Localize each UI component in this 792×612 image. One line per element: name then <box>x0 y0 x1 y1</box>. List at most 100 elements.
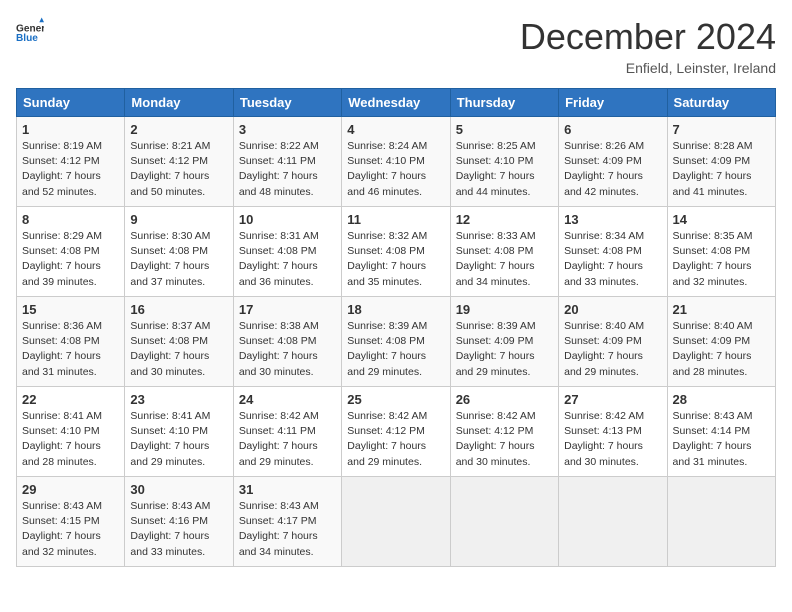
day-number: 1 <box>22 122 119 137</box>
calendar-cell: 15 Sunrise: 8:36 AMSunset: 4:08 PMDayligh… <box>17 297 125 387</box>
day-info: Sunrise: 8:43 AMSunset: 4:16 PMDaylight:… <box>130 499 227 560</box>
day-number: 26 <box>456 392 553 407</box>
calendar-cell: 9 Sunrise: 8:30 AMSunset: 4:08 PMDaylight… <box>125 207 233 297</box>
calendar-cell: 5 Sunrise: 8:25 AMSunset: 4:10 PMDaylight… <box>450 117 558 207</box>
calendar-cell: 8Sunrise: 8:29 AMSunset: 4:08 PMDaylight… <box>17 207 125 297</box>
calendar-cell: 31Sunrise: 8:43 AMSunset: 4:17 PMDayligh… <box>233 477 341 567</box>
calendar-table: SundayMondayTuesdayWednesdayThursdayFrid… <box>16 88 776 567</box>
day-number: 24 <box>239 392 336 407</box>
day-info: Sunrise: 8:42 AMSunset: 4:11 PMDaylight:… <box>239 409 336 470</box>
day-info: Sunrise: 8:25 AMSunset: 4:10 PMDaylight:… <box>456 139 553 200</box>
day-number: 13 <box>564 212 661 227</box>
calendar-cell: 1 Sunrise: 8:19 AMSunset: 4:12 PMDaylight… <box>17 117 125 207</box>
day-number: 12 <box>456 212 553 227</box>
logo-icon: General Blue <box>16 16 44 44</box>
calendar-cell: 2 Sunrise: 8:21 AMSunset: 4:12 PMDaylight… <box>125 117 233 207</box>
day-number: 5 <box>456 122 553 137</box>
day-info: Sunrise: 8:24 AMSunset: 4:10 PMDaylight:… <box>347 139 444 200</box>
day-info: Sunrise: 8:36 AMSunset: 4:08 PMDaylight:… <box>22 319 119 380</box>
day-info: Sunrise: 8:42 AMSunset: 4:13 PMDaylight:… <box>564 409 661 470</box>
calendar-header-cell: Monday <box>125 89 233 117</box>
calendar-cell: 30Sunrise: 8:43 AMSunset: 4:16 PMDayligh… <box>125 477 233 567</box>
calendar-week-row: 8Sunrise: 8:29 AMSunset: 4:08 PMDaylight… <box>17 207 776 297</box>
calendar-cell: 23 Sunrise: 8:41 AMSunset: 4:10 PMDayligh… <box>125 387 233 477</box>
day-number: 8 <box>22 212 119 227</box>
day-info: Sunrise: 8:40 AMSunset: 4:09 PMDaylight:… <box>673 319 770 380</box>
day-number: 14 <box>673 212 770 227</box>
day-info: Sunrise: 8:42 AMSunset: 4:12 PMDaylight:… <box>456 409 553 470</box>
calendar-cell <box>450 477 558 567</box>
day-number: 21 <box>673 302 770 317</box>
calendar-cell: 7 Sunrise: 8:28 AMSunset: 4:09 PMDaylight… <box>667 117 775 207</box>
svg-text:Blue: Blue <box>16 33 38 44</box>
calendar-cell: 6 Sunrise: 8:26 AMSunset: 4:09 PMDaylight… <box>559 117 667 207</box>
location-subtitle: Enfield, Leinster, Ireland <box>520 60 776 76</box>
calendar-cell: 11 Sunrise: 8:32 AMSunset: 4:08 PMDayligh… <box>342 207 450 297</box>
calendar-header-cell: Thursday <box>450 89 558 117</box>
month-title: December 2024 <box>520 16 776 58</box>
calendar-cell: 3Sunrise: 8:22 AMSunset: 4:11 PMDaylight… <box>233 117 341 207</box>
calendar-cell: 13 Sunrise: 8:34 AMSunset: 4:08 PMDayligh… <box>559 207 667 297</box>
calendar-cell: 29Sunrise: 8:43 AMSunset: 4:15 PMDayligh… <box>17 477 125 567</box>
day-number: 9 <box>130 212 227 227</box>
day-number: 7 <box>673 122 770 137</box>
calendar-week-row: 29Sunrise: 8:43 AMSunset: 4:15 PMDayligh… <box>17 477 776 567</box>
day-info: Sunrise: 8:41 AMSunset: 4:10 PMDaylight:… <box>22 409 119 470</box>
calendar-cell: 24 Sunrise: 8:42 AMSunset: 4:11 PMDayligh… <box>233 387 341 477</box>
header: General Blue December 2024 Enfield, Lein… <box>16 16 776 76</box>
day-number: 19 <box>456 302 553 317</box>
calendar-cell <box>559 477 667 567</box>
day-info: Sunrise: 8:21 AMSunset: 4:12 PMDaylight:… <box>130 139 227 200</box>
calendar-week-row: 15 Sunrise: 8:36 AMSunset: 4:08 PMDayligh… <box>17 297 776 387</box>
day-info: Sunrise: 8:30 AMSunset: 4:08 PMDaylight:… <box>130 229 227 290</box>
calendar-week-row: 1 Sunrise: 8:19 AMSunset: 4:12 PMDaylight… <box>17 117 776 207</box>
day-info: Sunrise: 8:26 AMSunset: 4:09 PMDaylight:… <box>564 139 661 200</box>
calendar-cell: 4 Sunrise: 8:24 AMSunset: 4:10 PMDaylight… <box>342 117 450 207</box>
calendar-cell <box>342 477 450 567</box>
calendar-cell: 14 Sunrise: 8:35 AMSunset: 4:08 PMDayligh… <box>667 207 775 297</box>
day-number: 6 <box>564 122 661 137</box>
day-info: Sunrise: 8:39 AMSunset: 4:08 PMDaylight:… <box>347 319 444 380</box>
calendar-header-cell: Friday <box>559 89 667 117</box>
calendar-cell: 28Sunrise: 8:43 AMSunset: 4:14 PMDayligh… <box>667 387 775 477</box>
day-info: Sunrise: 8:42 AMSunset: 4:12 PMDaylight:… <box>347 409 444 470</box>
calendar-week-row: 22 Sunrise: 8:41 AMSunset: 4:10 PMDayligh… <box>17 387 776 477</box>
day-number: 22 <box>22 392 119 407</box>
day-number: 3 <box>239 122 336 137</box>
day-number: 29 <box>22 482 119 497</box>
day-info: Sunrise: 8:41 AMSunset: 4:10 PMDaylight:… <box>130 409 227 470</box>
calendar-cell: 16 Sunrise: 8:37 AMSunset: 4:08 PMDayligh… <box>125 297 233 387</box>
day-info: Sunrise: 8:38 AMSunset: 4:08 PMDaylight:… <box>239 319 336 380</box>
day-number: 15 <box>22 302 119 317</box>
day-info: Sunrise: 8:31 AMSunset: 4:08 PMDaylight:… <box>239 229 336 290</box>
day-number: 27 <box>564 392 661 407</box>
day-number: 2 <box>130 122 227 137</box>
day-number: 4 <box>347 122 444 137</box>
calendar-cell: 17 Sunrise: 8:38 AMSunset: 4:08 PMDayligh… <box>233 297 341 387</box>
day-number: 11 <box>347 212 444 227</box>
calendar-cell: 19 Sunrise: 8:39 AMSunset: 4:09 PMDayligh… <box>450 297 558 387</box>
day-info: Sunrise: 8:43 AMSunset: 4:17 PMDaylight:… <box>239 499 336 560</box>
day-info: Sunrise: 8:19 AMSunset: 4:12 PMDaylight:… <box>22 139 119 200</box>
day-info: Sunrise: 8:39 AMSunset: 4:09 PMDaylight:… <box>456 319 553 380</box>
day-number: 16 <box>130 302 227 317</box>
calendar-header-cell: Sunday <box>17 89 125 117</box>
day-number: 18 <box>347 302 444 317</box>
day-info: Sunrise: 8:28 AMSunset: 4:09 PMDaylight:… <box>673 139 770 200</box>
day-info: Sunrise: 8:37 AMSunset: 4:08 PMDaylight:… <box>130 319 227 380</box>
calendar-cell: 12 Sunrise: 8:33 AMSunset: 4:08 PMDayligh… <box>450 207 558 297</box>
day-number: 17 <box>239 302 336 317</box>
day-info: Sunrise: 8:34 AMSunset: 4:08 PMDaylight:… <box>564 229 661 290</box>
day-info: Sunrise: 8:32 AMSunset: 4:08 PMDaylight:… <box>347 229 444 290</box>
day-info: Sunrise: 8:33 AMSunset: 4:08 PMDaylight:… <box>456 229 553 290</box>
calendar-cell: 25Sunrise: 8:42 AMSunset: 4:12 PMDayligh… <box>342 387 450 477</box>
calendar-header-cell: Saturday <box>667 89 775 117</box>
day-info: Sunrise: 8:35 AMSunset: 4:08 PMDaylight:… <box>673 229 770 290</box>
logo: General Blue <box>16 16 44 44</box>
calendar-cell: 26 Sunrise: 8:42 AMSunset: 4:12 PMDayligh… <box>450 387 558 477</box>
calendar-cell: 21 Sunrise: 8:40 AMSunset: 4:09 PMDayligh… <box>667 297 775 387</box>
calendar-header-row: SundayMondayTuesdayWednesdayThursdayFrid… <box>17 89 776 117</box>
calendar-body: 1 Sunrise: 8:19 AMSunset: 4:12 PMDaylight… <box>17 117 776 567</box>
day-number: 23 <box>130 392 227 407</box>
calendar-cell: 22 Sunrise: 8:41 AMSunset: 4:10 PMDayligh… <box>17 387 125 477</box>
